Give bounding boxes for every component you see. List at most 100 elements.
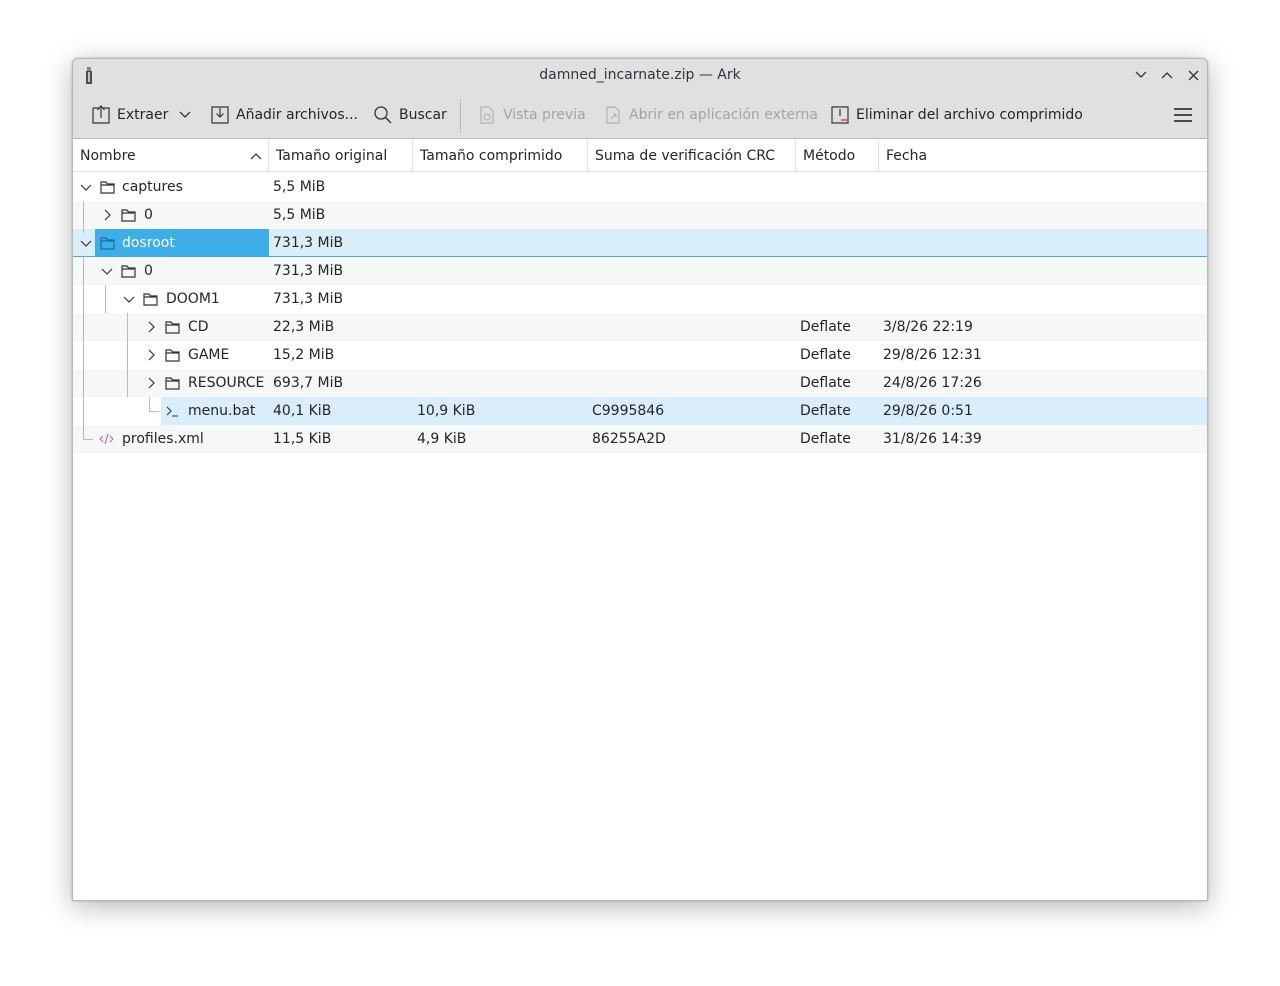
hamburger-menu-button[interactable] — [1173, 103, 1193, 127]
chevron-up-icon — [1161, 72, 1173, 79]
extract-button[interactable]: Extraer — [91, 103, 168, 127]
tree-row[interactable]: 0 731,3 MiB — [73, 257, 1207, 285]
tree-row[interactable]: DOOM1 731,3 MiB — [73, 285, 1207, 313]
title-bar[interactable]: damned_incarnate.zip — Ark — [73, 59, 1207, 91]
tree-row-selected[interactable]: dosroot 731,3 MiB — [73, 229, 1207, 257]
delete-label: Eliminar del archivo comprimido — [856, 107, 1083, 123]
folder-icon — [165, 377, 180, 390]
chevron-right-icon[interactable] — [144, 376, 158, 390]
row-original-size: 5,5 MiB — [273, 207, 326, 223]
row-original-size: 731,3 MiB — [273, 263, 344, 279]
folder-icon — [100, 181, 115, 194]
terminal-script-icon — [166, 406, 178, 417]
delete-button[interactable]: Eliminar del archivo comprimido — [830, 103, 1083, 127]
tree-guide — [83, 229, 84, 233]
tree-guide — [83, 341, 84, 369]
row-date: 24/8/26 17:26 — [883, 375, 982, 391]
tree-guide — [127, 341, 128, 369]
tree-row[interactable]: 0 5,5 MiB — [73, 201, 1207, 229]
sort-ascending-icon — [250, 153, 262, 160]
row-name: GAME — [188, 347, 230, 363]
window-title: damned_incarnate.zip — Ark — [539, 67, 741, 83]
row-original-size: 40,1 KiB — [273, 403, 332, 419]
row-original-size: 22,3 MiB — [273, 319, 335, 335]
preview-label: Vista previa — [503, 107, 586, 123]
column-crc[interactable]: Suma de verificación CRC — [588, 140, 796, 172]
row-method: Deflate — [800, 319, 851, 335]
chevron-right-icon[interactable] — [144, 348, 158, 362]
column-name[interactable]: Nombre — [73, 140, 269, 172]
chevron-right-icon[interactable] — [100, 208, 114, 222]
close-icon — [1188, 70, 1198, 80]
chevron-down-icon[interactable] — [79, 180, 93, 194]
row-crc: C9995846 — [592, 403, 665, 419]
folder-icon — [165, 321, 180, 334]
row-name: RESOURCE — [188, 375, 265, 391]
row-original-size: 11,5 KiB — [273, 431, 332, 447]
row-crc: 86255A2D — [592, 431, 666, 447]
row-date: 3/8/26 22:19 — [883, 319, 973, 335]
row-method: Deflate — [800, 431, 851, 447]
folder-icon — [100, 237, 115, 250]
row-name: 0 — [144, 207, 153, 223]
row-original-size: 15,2 MiB — [273, 347, 335, 363]
column-original-size-label: Tamaño original — [276, 148, 388, 164]
add-files-button[interactable]: Añadir archivos... — [210, 103, 358, 127]
close-button[interactable] — [1184, 66, 1202, 84]
column-name-label: Nombre — [80, 148, 136, 164]
column-original-size[interactable]: Tamaño original — [269, 140, 413, 172]
row-original-size: 693,7 MiB — [273, 375, 344, 391]
maximize-button[interactable] — [1158, 66, 1176, 84]
search-button[interactable]: Buscar — [373, 103, 447, 127]
tree-guide — [83, 397, 84, 425]
tree-guide — [127, 313, 128, 341]
column-crc-label: Suma de verificación CRC — [595, 148, 776, 164]
toolbar-separator — [460, 99, 461, 133]
row-name: profiles.xml — [122, 431, 204, 447]
chevron-down-icon[interactable] — [100, 264, 114, 278]
tree-row[interactable]: profiles.xml 11,5 KiB 4,9 KiB 86255A2D D… — [73, 425, 1207, 453]
add-files-label: Añadir archivos... — [236, 107, 358, 123]
ark-window: damned_incarnate.zip — Ark Extraer Añadi… — [72, 58, 1208, 901]
open-external-label: Abrir en aplicación externa — [629, 107, 818, 123]
row-compressed-size: 10,9 KiB — [417, 403, 476, 419]
row-date: 31/8/26 14:39 — [883, 431, 982, 447]
delete-from-archive-icon — [831, 106, 849, 124]
extract-menu-button[interactable] — [179, 103, 191, 127]
open-external-button[interactable]: Abrir en aplicación externa — [603, 103, 818, 127]
minimize-button[interactable] — [1132, 66, 1150, 84]
tree-guide — [105, 285, 106, 313]
search-label: Buscar — [399, 107, 447, 123]
tree-row[interactable]: GAME 15,2 MiB Deflate 29/8/26 12:31 — [73, 341, 1207, 369]
folder-icon — [121, 209, 136, 222]
tree-row[interactable]: CD 22,3 MiB Deflate 3/8/26 22:19 — [73, 313, 1207, 341]
folder-icon — [165, 349, 180, 362]
column-header: Nombre Tamaño original Tamaño comprimido… — [73, 140, 1207, 172]
chevron-right-icon[interactable] — [144, 320, 158, 334]
column-method-label: Método — [803, 148, 856, 164]
row-name: captures — [122, 179, 183, 195]
tree-guide — [83, 313, 84, 341]
column-method[interactable]: Método — [796, 140, 879, 172]
row-original-size: 5,5 MiB — [273, 179, 326, 195]
chevron-down-icon[interactable] — [122, 292, 136, 306]
column-compressed-size[interactable]: Tamaño comprimido — [413, 140, 588, 172]
tree-row[interactable]: RESOURCE 693,7 MiB Deflate 24/8/26 17:26 — [73, 369, 1207, 397]
tree-guide — [83, 439, 93, 440]
tree-guide — [83, 257, 84, 285]
preview-button[interactable]: Vista previa — [477, 103, 586, 127]
xml-file-icon — [99, 433, 114, 445]
tree-guide — [83, 285, 84, 313]
tree-guide — [83, 425, 84, 439]
column-date[interactable]: Fecha — [879, 140, 1207, 172]
row-name: dosroot — [122, 235, 175, 251]
chevron-down-icon — [179, 111, 191, 118]
row-name: 0 — [144, 263, 153, 279]
row-original-size: 731,3 MiB — [273, 291, 344, 307]
tree-row[interactable]: captures 5,5 MiB — [73, 173, 1207, 201]
tree-row-hover[interactable]: menu.bat 40,1 KiB 10,9 KiB C9995846 Defl… — [161, 397, 1207, 425]
tree-guide — [83, 201, 84, 229]
chevron-down-icon[interactable] — [79, 236, 93, 250]
preview-icon — [480, 106, 494, 124]
search-icon — [374, 106, 392, 124]
